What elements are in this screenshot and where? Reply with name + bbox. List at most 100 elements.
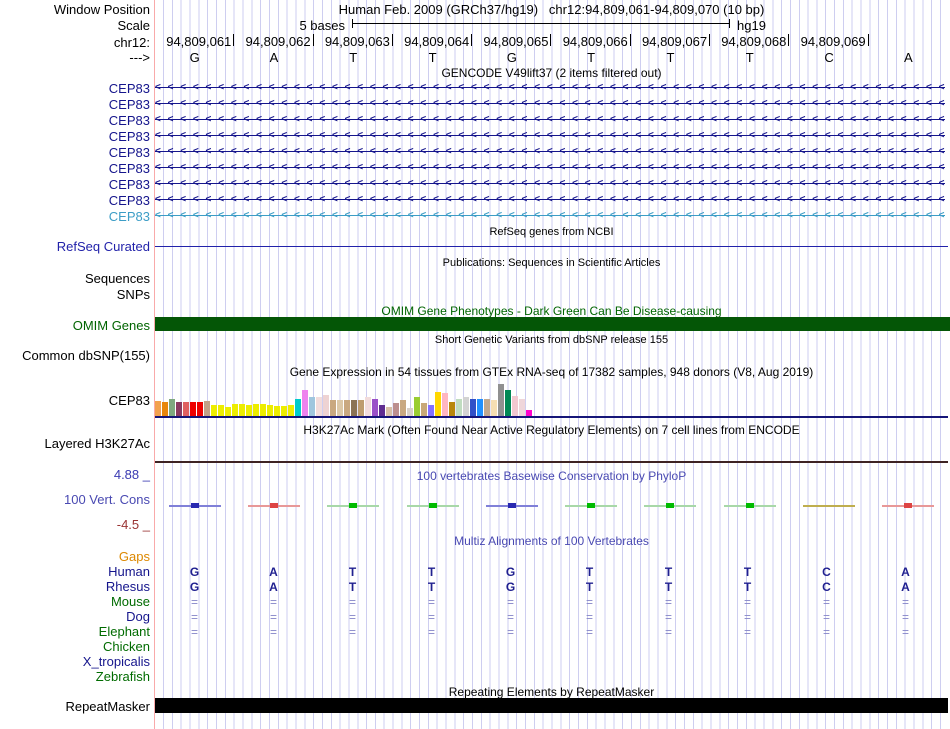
gtex-bar[interactable]: [316, 397, 322, 416]
gtex-bar[interactable]: [372, 399, 378, 416]
gene-label[interactable]: CEP83: [0, 209, 150, 224]
gtex-baseline[interactable]: [155, 416, 948, 418]
multiz-row[interactable]: Chicken: [0, 639, 950, 654]
gtex-bar[interactable]: [477, 399, 483, 416]
conservation-column[interactable]: [789, 501, 868, 511]
repeatmasker-label[interactable]: RepeatMasker: [0, 699, 150, 714]
conservation-column[interactable]: [869, 501, 948, 511]
gtex-bar[interactable]: [155, 401, 161, 416]
species-label[interactable]: Gaps: [0, 549, 150, 564]
multiz-alignment-track[interactable]: Gaps Human G A T T G T T T C A Rhesus G A T T G T T T C A Mouse…: [0, 549, 950, 684]
gtex-bar[interactable]: [393, 403, 399, 416]
gtex-bar[interactable]: [428, 405, 434, 416]
gtex-bar[interactable]: [225, 407, 231, 416]
gtex-bar[interactable]: [449, 402, 455, 416]
gtex-bar[interactable]: [519, 399, 525, 416]
species-label[interactable]: Chicken: [0, 639, 150, 654]
gtex-bar[interactable]: [505, 390, 511, 416]
repeatmasker-bar[interactable]: [155, 698, 948, 713]
gtex-bar[interactable]: [239, 404, 245, 416]
gtex-bar[interactable]: [456, 399, 462, 416]
species-label[interactable]: Dog: [0, 609, 150, 624]
gene-row[interactable]: CEP83 <<<<<<<<<<<<<<<<<<<<<<<<<<<<<<<<<<<…: [0, 176, 950, 192]
gene-arrow-line[interactable]: <<<<<<<<<<<<<<<<<<<<<<<<<<<<<<<<<<<<<<<<…: [155, 128, 945, 144]
omim-gene-bar[interactable]: [155, 317, 950, 331]
gtex-bar[interactable]: [232, 404, 238, 416]
gene-arrow-line[interactable]: <<<<<<<<<<<<<<<<<<<<<<<<<<<<<<<<<<<<<<<<…: [155, 176, 945, 192]
gtex-bar[interactable]: [344, 400, 350, 416]
gtex-bar[interactable]: [421, 403, 427, 416]
gene-row[interactable]: CEP83 <<<<<<<<<<<<<<<<<<<<<<<<<<<<<<<<<<<…: [0, 192, 950, 208]
gtex-bar[interactable]: [414, 397, 420, 416]
conservation-track-label[interactable]: 100 Vert. Cons: [0, 492, 150, 507]
position-row[interactable]: 94,809,061 94,809,062 94,809,063 94,809,064…: [155, 34, 948, 49]
gene-row[interactable]: CEP83 <<<<<<<<<<<<<<<<<<<<<<<<<<<<<<<<<<<…: [0, 96, 950, 112]
conservation-column[interactable]: [393, 501, 472, 511]
gtex-bar[interactable]: [204, 401, 210, 416]
gene-arrow-line[interactable]: <<<<<<<<<<<<<<<<<<<<<<<<<<<<<<<<<<<<<<<<…: [155, 160, 945, 176]
gtex-bar[interactable]: [498, 384, 504, 416]
gtex-bar[interactable]: [309, 397, 315, 416]
multiz-row[interactable]: Human G A T T G T T T C A: [0, 564, 950, 579]
gtex-bar[interactable]: [323, 395, 329, 416]
gene-label[interactable]: CEP83: [0, 97, 150, 112]
gtex-expression-chart[interactable]: [155, 380, 948, 416]
dbsnp-label[interactable]: Common dbSNP(155): [0, 348, 150, 363]
multiz-row[interactable]: Gaps: [0, 549, 950, 564]
gtex-bar[interactable]: [274, 406, 280, 416]
gene-arrow-line[interactable]: <<<<<<<<<<<<<<<<<<<<<<<<<<<<<<<<<<<<<<<<…: [155, 96, 945, 112]
gtex-bar[interactable]: [463, 397, 469, 416]
gtex-bar[interactable]: [512, 396, 518, 416]
gene-row[interactable]: CEP83 <<<<<<<<<<<<<<<<<<<<<<<<<<<<<<<<<<<…: [0, 208, 950, 224]
gene-label[interactable]: CEP83: [0, 161, 150, 176]
gtex-bar[interactable]: [379, 405, 385, 416]
gtex-bar[interactable]: [183, 402, 189, 416]
gtex-bar[interactable]: [435, 392, 441, 416]
gtex-gene-label[interactable]: CEP83: [0, 393, 150, 408]
gene-arrow-line[interactable]: <<<<<<<<<<<<<<<<<<<<<<<<<<<<<<<<<<<<<<<<…: [155, 192, 945, 208]
gtex-bar[interactable]: [358, 400, 364, 416]
multiz-row[interactable]: Rhesus G A T T G T T T C A: [0, 579, 950, 594]
conservation-wiggle[interactable]: [155, 501, 948, 511]
gene-arrow-line[interactable]: <<<<<<<<<<<<<<<<<<<<<<<<<<<<<<<<<<<<<<<<…: [155, 208, 945, 224]
species-label[interactable]: Human: [0, 564, 150, 579]
gene-label[interactable]: CEP83: [0, 113, 150, 128]
species-label[interactable]: Rhesus: [0, 579, 150, 594]
gtex-bar[interactable]: [491, 400, 497, 416]
gene-row[interactable]: CEP83 <<<<<<<<<<<<<<<<<<<<<<<<<<<<<<<<<<<…: [0, 112, 950, 128]
gtex-bar[interactable]: [267, 405, 273, 416]
gtex-bar[interactable]: [162, 402, 168, 416]
gtex-bar[interactable]: [295, 399, 301, 416]
gene-label[interactable]: CEP83: [0, 129, 150, 144]
conservation-column[interactable]: [155, 501, 234, 511]
conservation-column[interactable]: [551, 501, 630, 511]
conservation-column[interactable]: [710, 501, 789, 511]
conservation-column[interactable]: [631, 501, 710, 511]
gene-label[interactable]: CEP83: [0, 193, 150, 208]
gtex-bar[interactable]: [260, 404, 266, 416]
gtex-bar[interactable]: [246, 405, 252, 416]
gtex-bar[interactable]: [407, 408, 413, 416]
gene-row[interactable]: CEP83 <<<<<<<<<<<<<<<<<<<<<<<<<<<<<<<<<<<…: [0, 144, 950, 160]
species-label[interactable]: Elephant: [0, 624, 150, 639]
gtex-bar[interactable]: [330, 400, 336, 416]
gtex-bar[interactable]: [211, 405, 217, 416]
gtex-bar[interactable]: [302, 390, 308, 416]
multiz-row[interactable]: Dog = = = = = = = = = =: [0, 609, 950, 624]
gene-arrow-line[interactable]: <<<<<<<<<<<<<<<<<<<<<<<<<<<<<<<<<<<<<<<<…: [155, 80, 945, 96]
species-label[interactable]: Mouse: [0, 594, 150, 609]
conservation-column[interactable]: [314, 501, 393, 511]
snps-label[interactable]: SNPs: [0, 287, 150, 302]
gencode-track[interactable]: CEP83 <<<<<<<<<<<<<<<<<<<<<<<<<<<<<<<<<<<…: [0, 80, 950, 224]
refseq-gene-line[interactable]: [155, 246, 948, 247]
multiz-row[interactable]: Mouse = = = = = = = = = =: [0, 594, 950, 609]
gtex-bar[interactable]: [218, 405, 224, 416]
gene-label[interactable]: CEP83: [0, 145, 150, 160]
gtex-bar[interactable]: [400, 400, 406, 416]
gene-label[interactable]: CEP83: [0, 81, 150, 96]
gtex-bar[interactable]: [288, 405, 294, 416]
species-label[interactable]: X_tropicalis: [0, 654, 150, 669]
conservation-column[interactable]: [234, 501, 313, 511]
multiz-row[interactable]: X_tropicalis: [0, 654, 950, 669]
gtex-bar[interactable]: [190, 402, 196, 416]
